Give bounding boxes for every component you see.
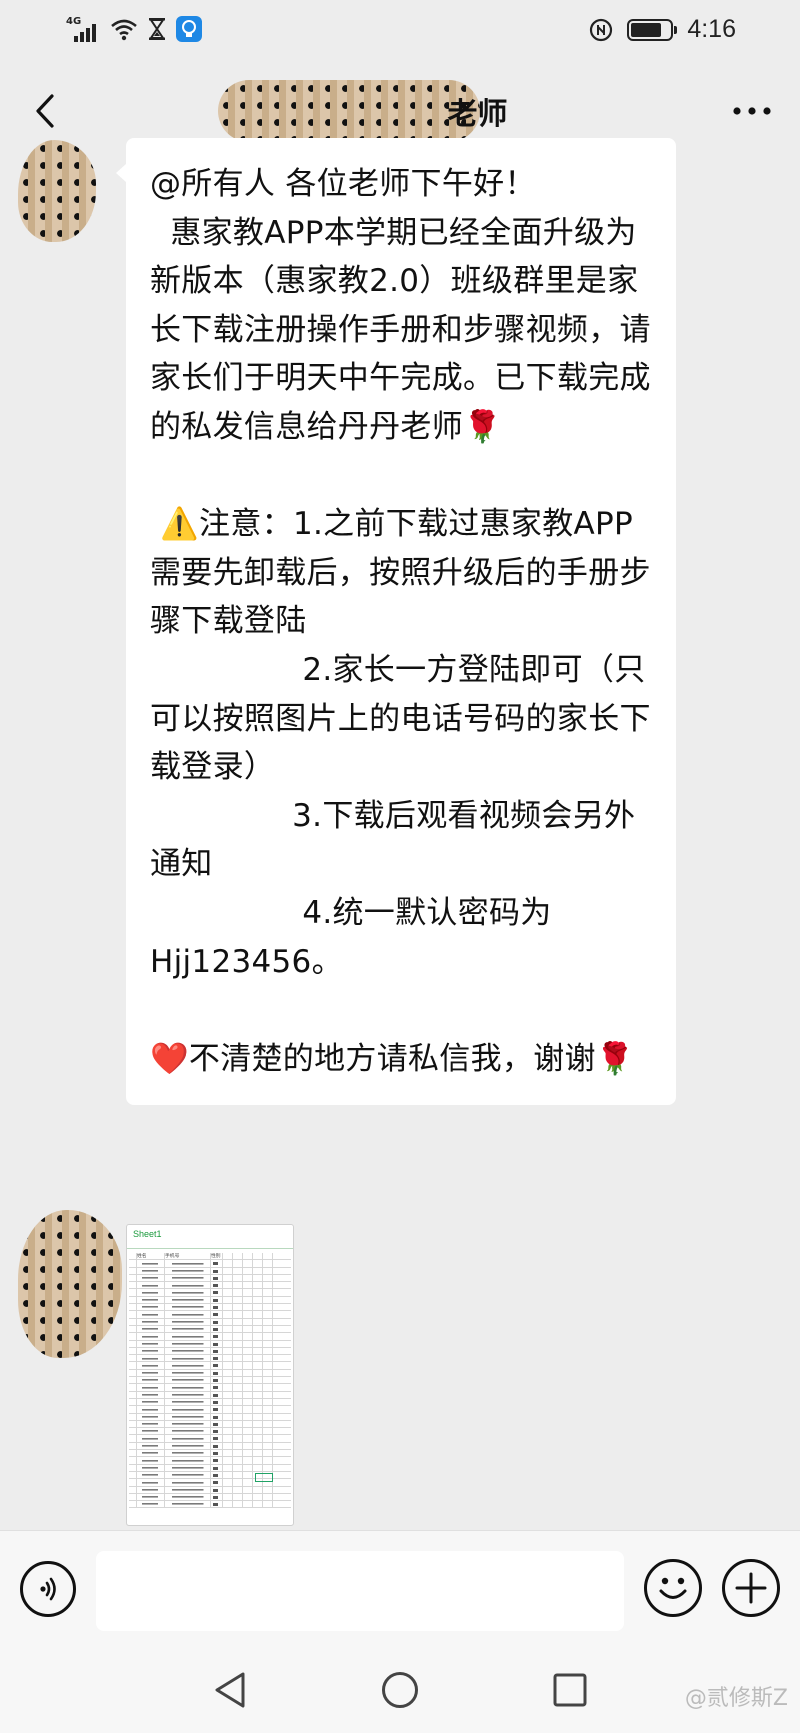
battery-icon xyxy=(627,18,678,41)
system-back-button[interactable] xyxy=(204,1668,254,1712)
sheet-row xyxy=(129,1457,291,1465)
plus-icon xyxy=(735,1572,767,1604)
status-bar: 4G 4:16 xyxy=(0,0,800,64)
selected-cell xyxy=(255,1473,273,1482)
wifi-icon xyxy=(111,19,137,41)
sheet-row xyxy=(129,1442,291,1451)
sheet-row xyxy=(129,1493,291,1502)
sheet-row xyxy=(129,1428,291,1436)
hourglass-icon xyxy=(149,18,165,40)
circle-home-icon xyxy=(382,1672,418,1708)
sheet-row xyxy=(129,1355,291,1363)
chat-title: 老师 xyxy=(447,97,508,132)
sheet-header-row: 姓名 手机号 性别 xyxy=(129,1253,291,1261)
sheet-row xyxy=(129,1464,291,1472)
sheet-row xyxy=(129,1347,291,1356)
message-bubble-text[interactable]: @所有人 各位老师下午好！ 惠家教APP本学期已经全面升级为新版本（惠家教2.0… xyxy=(116,138,676,1106)
sheet-tab-label: Sheet1 xyxy=(133,1229,162,1239)
message-image-spreadsheet[interactable]: Sheet1 姓名 手机号 性别 xyxy=(126,1224,294,1526)
sheet-row xyxy=(129,1282,291,1290)
square-recents-icon xyxy=(553,1673,587,1707)
avatar[interactable] xyxy=(18,140,96,242)
sheet-row xyxy=(129,1267,291,1275)
sheet-row xyxy=(129,1274,291,1283)
emoji-button[interactable] xyxy=(644,1559,702,1617)
message-list[interactable]: @所有人 各位老师下午好！ 惠家教APP本学期已经全面升级为新版本（惠家教2.0… xyxy=(0,138,800,1530)
status-right-icons: 4:16 xyxy=(589,15,736,44)
system-navigation: @贰修斯Z xyxy=(0,1650,800,1733)
message-input[interactable] xyxy=(96,1551,624,1631)
sheet-row xyxy=(129,1384,291,1392)
sheet-row xyxy=(129,1260,291,1268)
sheet-row xyxy=(129,1311,291,1319)
voice-button[interactable] xyxy=(20,1561,76,1617)
status-left-icons: 4G xyxy=(66,14,202,44)
sheet-row xyxy=(129,1420,291,1429)
sheet-row xyxy=(129,1501,291,1509)
system-home-button[interactable] xyxy=(375,1668,425,1712)
sheet-row xyxy=(129,1362,291,1370)
input-bar xyxy=(0,1530,800,1650)
signal-icon: 4G xyxy=(66,14,100,44)
triangle-back-icon xyxy=(215,1672,245,1708)
sheet-row xyxy=(129,1318,291,1326)
sheet-row xyxy=(129,1391,291,1399)
status-time: 4:16 xyxy=(687,15,736,43)
sheet-row xyxy=(129,1340,291,1348)
sheet-row xyxy=(129,1369,291,1378)
avatar[interactable] xyxy=(18,1210,122,1358)
sheet-row xyxy=(129,1486,291,1494)
sheet-row xyxy=(129,1296,291,1305)
emoji-icon xyxy=(659,1577,687,1599)
more-button[interactable] xyxy=(728,90,776,132)
watermark: @贰修斯Z xyxy=(684,1686,788,1711)
sheet-row xyxy=(129,1406,291,1414)
plus-button[interactable] xyxy=(722,1559,780,1617)
sheet-row xyxy=(129,1304,291,1312)
sheet-row xyxy=(129,1450,291,1458)
sheet-row xyxy=(129,1289,291,1297)
system-recents-button[interactable] xyxy=(545,1668,595,1712)
more-dots-icon xyxy=(733,107,771,115)
message-text: @所有人 各位老师下午好！ 惠家教APP本学期已经全面升级为新版本（惠家教2.0… xyxy=(150,166,651,1077)
sheet-row xyxy=(129,1398,291,1407)
voice-icon xyxy=(40,1577,56,1601)
sheet-row xyxy=(129,1413,291,1421)
sheet-row xyxy=(129,1333,291,1341)
nfc-icon xyxy=(590,18,613,41)
sheet-row xyxy=(129,1325,291,1334)
sheet-row xyxy=(129,1377,291,1385)
sheet-row xyxy=(129,1435,291,1443)
notification-app-icon xyxy=(176,16,202,42)
